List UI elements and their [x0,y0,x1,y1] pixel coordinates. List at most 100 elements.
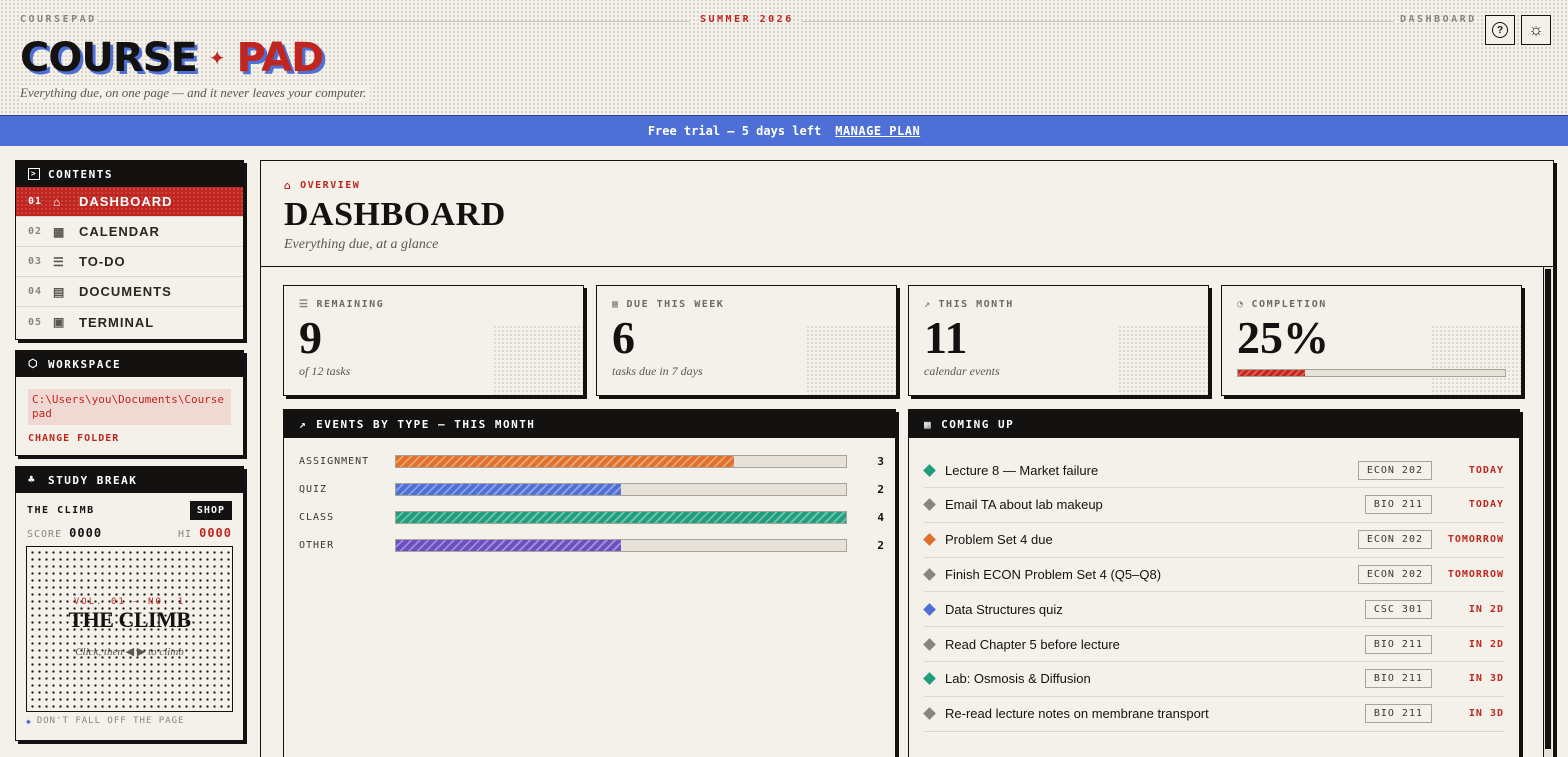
sun-icon: ☼ [1528,20,1544,39]
coming-up-header: ▦ COMING UP [909,410,1519,438]
events-by-type-header: ↗ EVENTS BY TYPE — THIS MONTH [284,410,895,438]
event-type-diamond-icon [923,672,936,686]
event-title: Finish ECON Problem Set 4 (Q5–Q8) [945,566,1162,582]
stat-card-remaining: ☰ REMAINING 9 of 12 tasks [283,285,584,396]
event-title: Re-read lecture notes on membrane transp… [945,706,1209,722]
terminal-icon: > [28,168,40,180]
brand-small: COURSEPAD [20,14,97,25]
help-button[interactable]: ? [1485,15,1515,45]
coming-up-title: COMING UP [941,417,1015,431]
bar-row-class: CLASS 4 [299,510,884,524]
stat-value: 6 [612,312,635,363]
list-item[interactable]: Problem Set 4 due ECON 202 TOMORROW [923,523,1504,558]
theme-toggle-button[interactable]: ☼ [1521,15,1551,45]
bar-track [395,454,847,468]
stat-card-completion: ◔ COMPLETION 25% [1221,285,1522,396]
main-scrollbar[interactable] [1543,267,1552,757]
stat-card-this-month: ↗ THIS MONTH 11 calendar events [908,285,1209,396]
bar-track [395,538,847,552]
stat-card-due-this-week: ▦ DUE THIS WEEK 6 tasks due in 7 days [596,285,897,396]
course-badge: ECON 202 [1357,460,1432,480]
chart-icon: ↗ [924,299,932,310]
event-type-diamond-icon [923,602,936,616]
contents-header: > CONTENTS [16,161,243,187]
nav-item-documents[interactable]: 04 ▤ DOCUMENTS [16,277,243,307]
due-label: IN 3D [1468,708,1504,720]
course-badge: BIO 211 [1364,704,1432,724]
game-footer-text: DON'T FALL OFF THE PAGE [36,716,185,726]
game-canvas[interactable]: VOL. 01 — NO. 1 THE CLIMB Click, then ◀ … [26,546,233,712]
page-title: DASHBOARD [284,196,506,233]
bar-value: 3 [877,454,884,468]
nav-item-calendar[interactable]: 02 ▦ CALENDAR [16,217,243,247]
header-rule-right [802,21,1394,22]
stat-value: 9 [299,312,322,363]
home-icon: ⌂ [284,179,293,192]
list-item[interactable]: Email TA about lab makeup BIO 211 TODAY [923,488,1504,523]
contents-title: CONTENTS [48,167,113,181]
list-item[interactable]: Finish ECON Problem Set 4 (Q5–Q8) ECON 20… [923,557,1504,593]
gamepad-icon: ♣ [28,473,37,486]
event-title: Data Structures quiz [945,601,1063,617]
list-item[interactable]: Re-read lecture notes on membrane transp… [923,697,1504,732]
nav-label: DASHBOARD [79,194,173,209]
bar-other [396,539,621,551]
logo[interactable]: COURSE ✦ PAD [20,34,324,82]
course-badge: BIO 211 [1364,495,1432,515]
manage-plan-link[interactable]: MANAGE PLAN [835,124,920,138]
event-title: Problem Set 4 due [945,532,1053,548]
terminal-icon: ▣ [53,315,66,329]
nav-item-todo[interactable]: 03 ☰ TO-DO [16,247,243,277]
events-by-type-title: EVENTS BY TYPE — THIS MONTH [316,417,536,431]
event-title: Lab: Osmosis & Diffusion [945,671,1091,687]
stat-sub: calendar events [924,364,1000,378]
shop-button[interactable]: SHOP [189,501,232,520]
list-item[interactable]: Lab: Osmosis & Diffusion BIO 211 IN 3D [923,662,1504,697]
bar-assignment [396,455,734,467]
completion-progress-fill [1238,370,1305,376]
due-label: IN 2D [1468,638,1504,650]
course-badge: BIO 211 [1364,669,1432,689]
trial-banner: Free trial — 5 days left MANAGE PLAN [0,115,1568,146]
workspace-panel: ⬡ WORKSPACE C:\Users\you\Documents\Cours… [15,350,244,456]
page-subtitle: Everything due, at a glance [284,237,439,252]
bar-track [395,510,847,524]
cube-icon: ⬡ [28,357,40,370]
event-type-diamond-icon [923,637,936,651]
header-rule-left [98,21,690,22]
app-header: COURSEPAD SUMMER 2026 DASHBOARD COURSE ✦… [0,0,1568,115]
list-icon: ☰ [299,299,310,310]
bar-value: 2 [877,538,884,552]
event-title: Lecture 8 — Market failure [945,462,1099,478]
course-badge: ECON 202 [1357,530,1432,550]
list-item[interactable]: Lecture 8 — Market failure ECON 202 TODAY [923,453,1504,488]
bar-quiz [396,483,621,495]
game-volume: VOL. 01 — NO. 1 [73,597,186,607]
list-item[interactable]: Read Chapter 5 before lecture BIO 211 IN 2… [923,627,1504,662]
trial-text: Free trial — 5 days left [647,124,822,138]
score-display: SCORE 0000 [27,526,103,540]
help-icon: ? [1492,22,1508,38]
calendar-icon: ▦ [924,417,933,431]
due-label: IN 3D [1468,673,1504,685]
list-item[interactable]: Data Structures quiz CSC 301 IN 2D [923,592,1504,628]
stat-sub: of 12 tasks [299,364,351,378]
nav-label: TERMINAL [79,314,155,330]
bar-track [395,482,847,496]
due-label: TODAY [1468,499,1504,511]
scrollbar-thumb[interactable] [1545,269,1551,749]
workspace-title: WORKSPACE [48,357,122,371]
coming-up-card: ▦ COMING UP Lecture 8 — Market failure EC… [908,409,1520,757]
nav-item-dashboard[interactable]: 01 ⌂ DASHBOARD [16,187,243,217]
bar-row-quiz: QUIZ 2 [299,482,884,496]
workspace-header: ⬡ WORKSPACE [16,351,243,377]
change-folder-button[interactable]: CHANGE FOLDER [28,433,231,444]
event-type-diamond-icon [923,498,936,512]
logo-word-course: COURSE [20,35,198,81]
nav-item-terminal[interactable]: 05 ▣ TERMINAL [16,307,243,337]
season-label: SUMMER 2026 [700,14,794,25]
bar-class [396,511,846,523]
bar-label: OTHER [299,539,335,551]
event-type-diamond-icon [923,568,936,581]
score-value: 0000 [69,526,103,540]
